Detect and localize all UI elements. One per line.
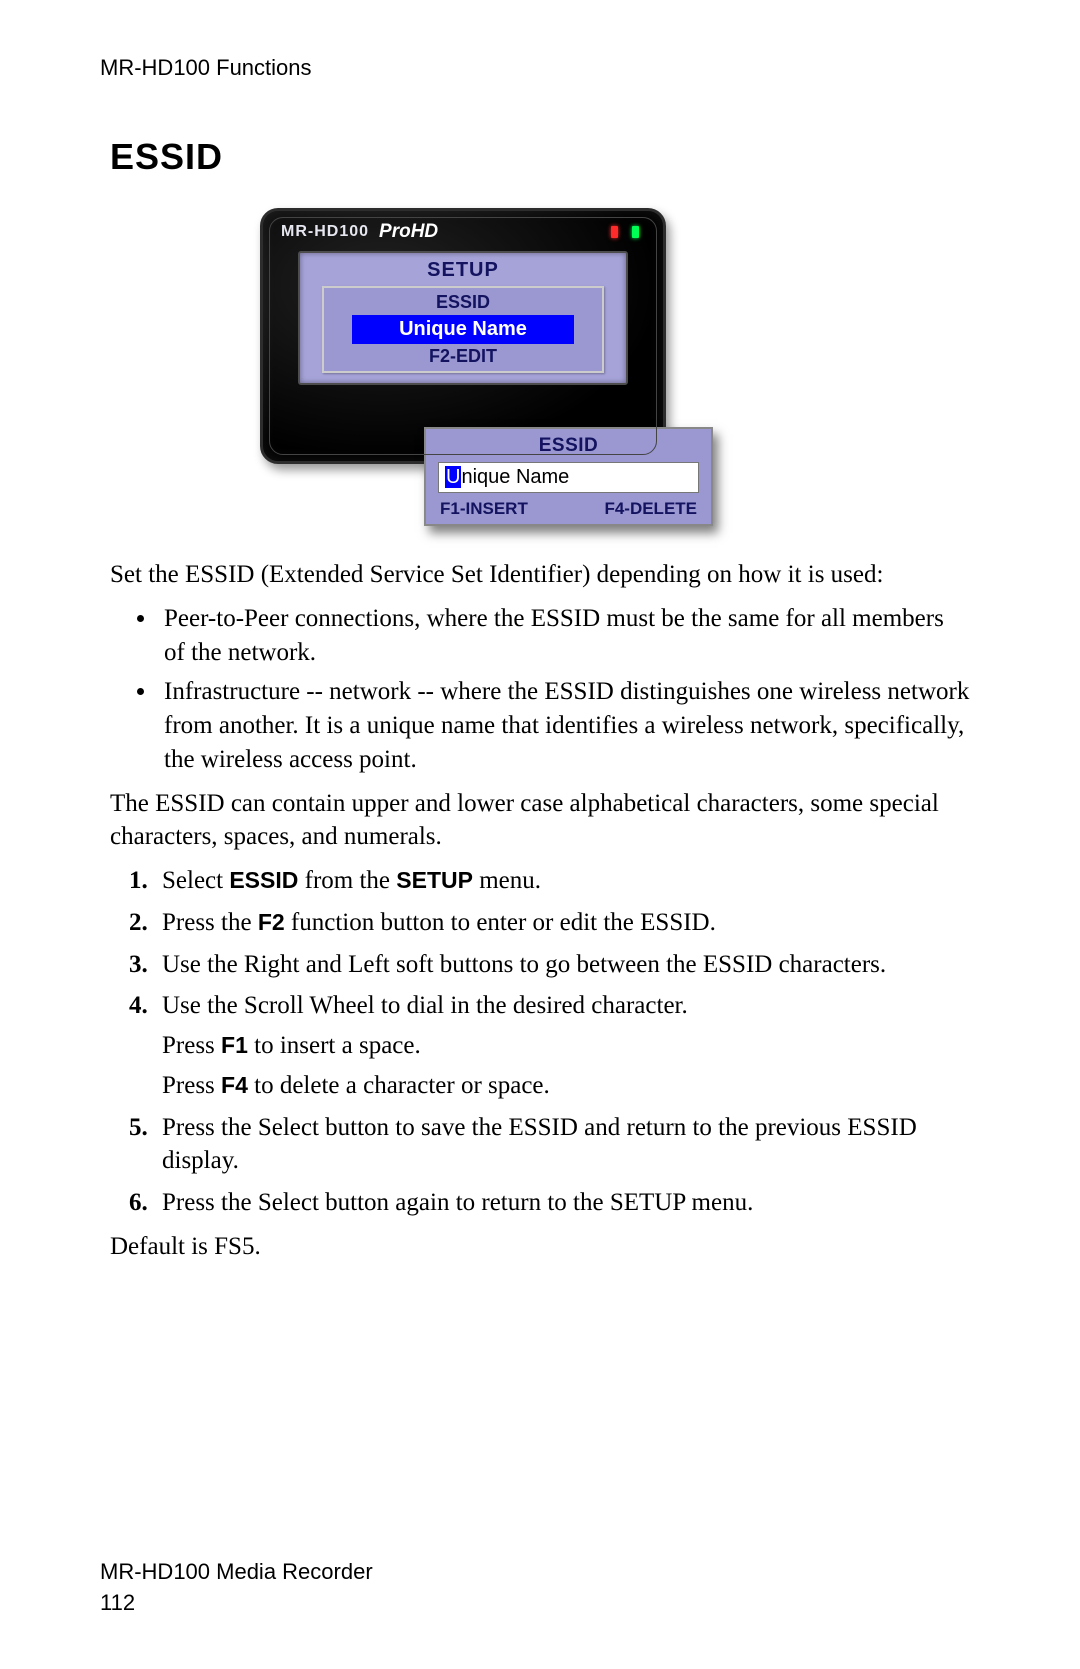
popup-title: ESSID [426,435,711,457]
page-number: 112 [100,1588,373,1619]
page-footer: MR-HD100 Media Recorder 112 [100,1557,373,1619]
step-text: to insert a space. [248,1032,421,1059]
device-figure: MR-HD100 ProHD SETUP ESSID Unique Name F… [260,208,820,528]
popup-input: Unique Name [438,462,699,493]
footer-title: MR-HD100 Media Recorder [100,1557,373,1588]
device-frame: MR-HD100 ProHD SETUP ESSID Unique Name F… [260,208,666,464]
device-logo: ProHD [379,221,438,243]
device-top-bar: MR-HD100 ProHD [263,211,663,249]
menu-edit-hint: F2-EDIT [324,346,602,367]
step-item: Press the F2 function button to enter or… [154,906,970,940]
chars-note: The ESSID can contain upper and lower ca… [110,787,970,855]
step-keyword: F4 [221,1072,248,1098]
default-note: Default is FS5. [110,1230,970,1264]
popup-key-insert: F1-INSERT [440,499,528,519]
step-text: to delete a character or space. [248,1072,550,1099]
step-item: Select ESSID from the SETUP menu. [154,864,970,898]
steps-list: Select ESSID from the SETUP menu. Press … [154,864,970,1220]
led-green-icon [632,226,639,238]
step-text: Select [162,867,229,894]
led-red-icon [611,226,618,238]
step-keyword: F1 [221,1032,248,1058]
step-item: Press the Select button again to return … [154,1186,970,1220]
step-item: Press the Select button to save the ESSI… [154,1111,970,1179]
bullet-item: Peer-to-Peer connections, where the ESSI… [158,602,970,670]
menu-item-value: Unique Name [352,315,574,344]
device-brand: MR-HD100 ProHD [281,221,438,243]
bullet-item: Infrastructure -- network -- where the E… [158,675,970,776]
popup-keys: F1-INSERT F4-DELETE [426,493,711,519]
intro-paragraph: Set the ESSID (Extended Service Set Iden… [110,558,970,592]
popup-cursor-char: U [445,466,461,488]
popup-input-rest: nique Name [461,466,569,488]
device-model: MR-HD100 [281,223,369,241]
device-screen: SETUP ESSID Unique Name F2-EDIT [298,251,628,385]
step-subline: Press F1 to insert a space. [162,1029,970,1063]
menu-item-label: ESSID [324,292,602,313]
step-item: Use the Right and Left soft buttons to g… [154,948,970,982]
screen-title: SETUP [300,253,626,286]
step-text: Press the [162,909,258,936]
step-keyword: ESSID [229,867,298,893]
menu-box: ESSID Unique Name F2-EDIT [322,286,604,373]
step-text: Use the Scroll Wheel to dial in the desi… [162,992,688,1019]
step-keyword: F2 [258,909,285,935]
step-text: menu. [473,867,541,894]
step-keyword: SETUP [396,867,473,893]
step-text: Press [162,1032,221,1059]
bullet-list: Peer-to-Peer connections, where the ESSI… [158,602,970,777]
step-text: Press [162,1072,221,1099]
body-text: Set the ESSID (Extended Service Set Iden… [110,558,970,1264]
section-title: ESSID [110,136,980,178]
step-text: function button to enter or edit the ESS… [285,909,716,936]
step-text: from the [298,867,396,894]
step-subline: Press F4 to delete a character or space. [162,1069,970,1103]
device-leds [611,226,639,238]
edit-popup: ESSID Unique Name F1-INSERT F4-DELETE [424,427,713,526]
popup-key-delete: F4-DELETE [604,499,697,519]
page-header: MR-HD100 Functions [100,55,980,81]
step-item: Use the Scroll Wheel to dial in the desi… [154,989,970,1102]
